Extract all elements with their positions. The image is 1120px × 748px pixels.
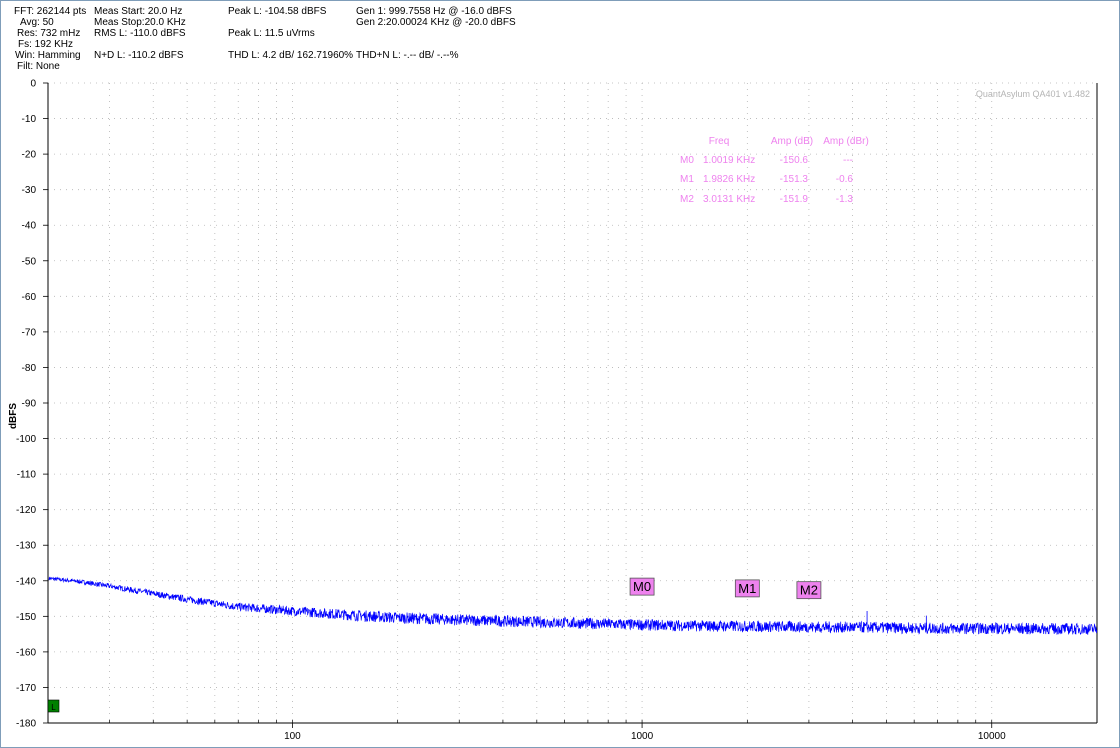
marker-m1[interactable]: M1 — [734, 579, 760, 598]
y-tick-label: -120 — [16, 505, 36, 516]
marker-label: M1 — [738, 581, 756, 596]
series-layer — [48, 576, 1098, 636]
marker-row-dbr: -0.6 — [836, 174, 854, 185]
marker-row-freq: 1.0019 KHz — [703, 155, 755, 166]
y-tick-label: -100 — [16, 434, 36, 445]
marker-m0[interactable]: M0 — [629, 577, 655, 596]
y-tick-label: -80 — [22, 363, 37, 374]
y-tick-label: -160 — [16, 647, 36, 658]
marker-row-id: M2 — [680, 194, 694, 205]
y-tick-label: -60 — [22, 292, 37, 303]
marker-table: Freq Amp (dB) Amp (dBr) M0 1.0019 KHz -1… — [680, 136, 869, 205]
marker-row-dbr: --- — [843, 155, 853, 166]
y-tick-label: -110 — [17, 470, 37, 481]
channel-badge[interactable]: L — [47, 699, 60, 713]
marker-row-amp: -151.3 — [780, 174, 809, 185]
y-axis-label: dBFS — [8, 403, 19, 429]
marker-row-amp: -151.9 — [780, 194, 809, 205]
y-tick-label: -150 — [16, 612, 36, 623]
y-tick-label: -30 — [22, 185, 37, 196]
markers-layer[interactable]: M0 M1 M2 — [629, 577, 822, 600]
marker-row-id: M1 — [680, 174, 694, 185]
y-tick-label: -130 — [16, 541, 36, 552]
marker-row-amp: -150.6 — [780, 155, 809, 166]
marker-table-header-dbr: Amp (dBr) — [823, 136, 869, 147]
y-tick-label: -180 — [16, 719, 36, 730]
marker-table-header-amp: Amp (dB) — [771, 136, 813, 147]
marker-row-freq: 1.9826 KHz — [703, 174, 755, 185]
y-tick-label: -20 — [22, 150, 37, 161]
x-tick-label: 10000 — [978, 731, 1006, 742]
marker-row-id: M0 — [680, 155, 694, 166]
marker-row-dbr: -1.3 — [836, 194, 854, 205]
y-tick-label: -50 — [22, 256, 37, 267]
marker-label: M0 — [633, 579, 651, 594]
axes: 0 -10 -20 -30 -40 -50 -60 -70 -80 -90 -100 -110 -120… — [16, 79, 1098, 742]
channel-badge-label: L — [51, 703, 56, 712]
x-tick-label: 1000 — [631, 731, 654, 742]
watermark: QuantAsylum QA401 v1.482 — [976, 89, 1090, 99]
y-tick-label: -70 — [22, 327, 37, 338]
x-tick-label: 100 — [284, 731, 301, 742]
grid — [48, 82, 1098, 723]
spectrum-trace — [48, 576, 1098, 636]
marker-table-header-freq: Freq — [709, 136, 730, 147]
y-tick-label: -170 — [16, 683, 36, 694]
marker-m2[interactable]: M2 — [796, 581, 822, 600]
y-tick-label: -140 — [16, 576, 36, 587]
marker-label: M2 — [800, 583, 818, 598]
y-tick-label: 0 — [30, 79, 36, 90]
marker-row-freq: 3.0131 KHz — [703, 194, 755, 205]
y-tick-label: -90 — [22, 399, 37, 410]
y-tick-label: -40 — [22, 221, 37, 232]
spectrum-plot[interactable]: 0 -10 -20 -30 -40 -50 -60 -70 -80 -90 -100 -110 -120… — [0, 0, 1120, 748]
y-tick-label: -10 — [22, 114, 37, 125]
